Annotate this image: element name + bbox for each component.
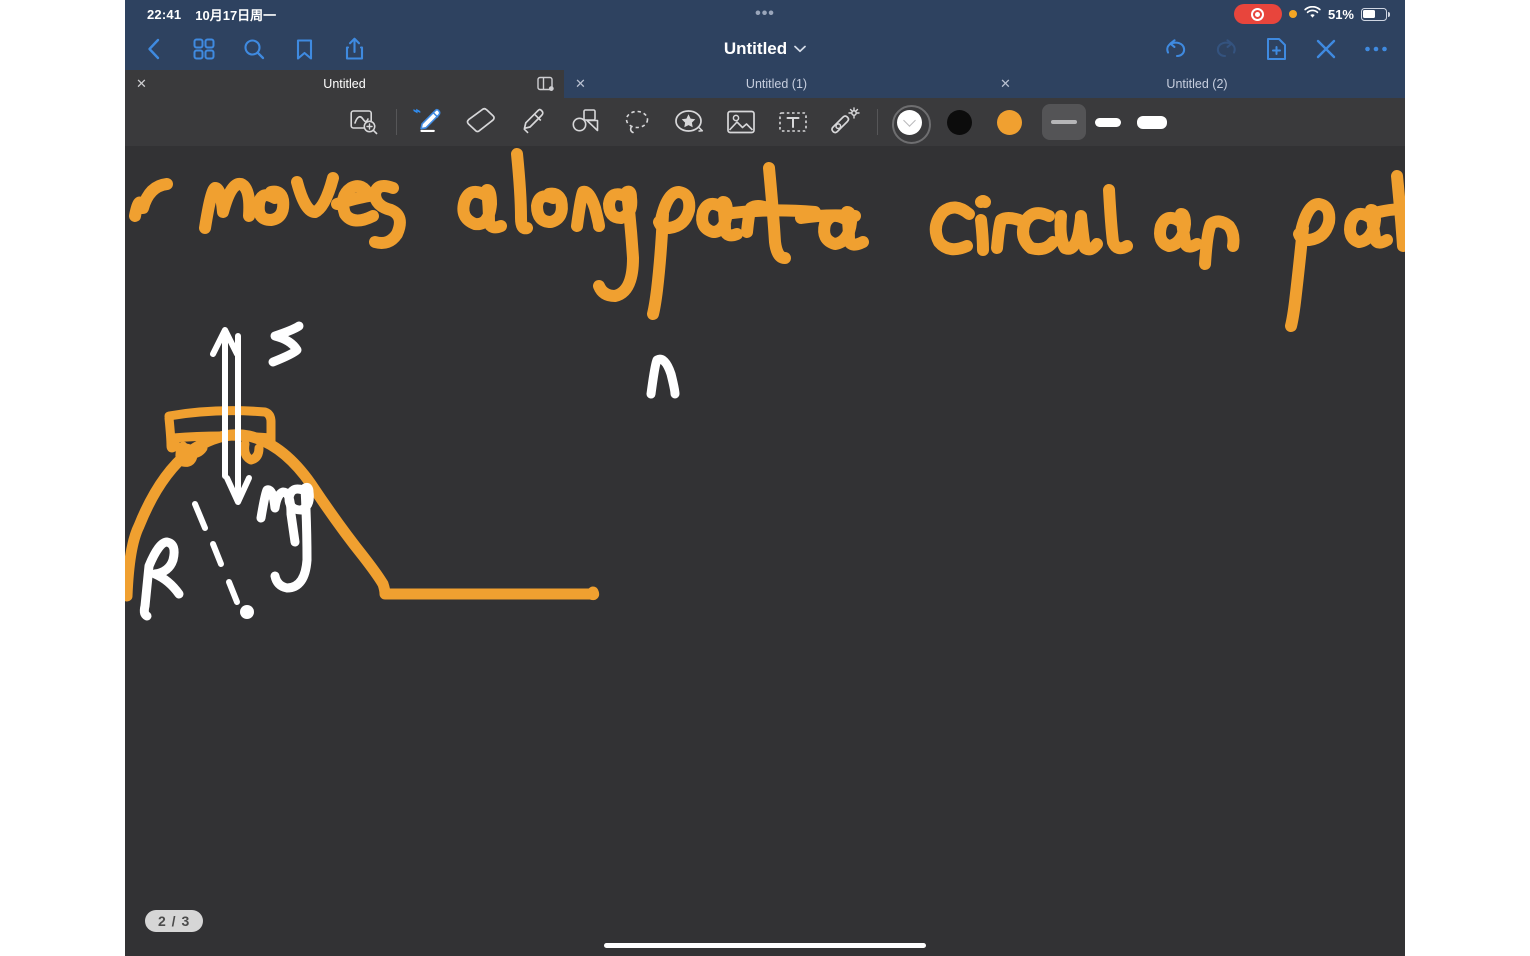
shapes-icon[interactable] xyxy=(559,101,611,143)
status-bar-center: ••• xyxy=(125,0,1405,28)
status-bar: 22:41 10月17日周一 ••• 51% xyxy=(125,0,1405,28)
close-icon[interactable] xyxy=(1311,34,1341,64)
status-bar-left: 22:41 10月17日周一 xyxy=(147,5,276,24)
tab-untitled[interactable]: ✕ Untitled xyxy=(125,70,564,98)
tab-label: Untitled (2) xyxy=(1166,77,1228,91)
tab-close-icon[interactable]: ✕ xyxy=(575,70,586,98)
wifi-icon xyxy=(1304,5,1321,22)
microphone-in-use-dot-icon xyxy=(1288,10,1297,18)
navbar-right-group xyxy=(1161,34,1391,64)
cart-block-drawing xyxy=(164,406,276,467)
toolbar-divider-2 xyxy=(877,109,878,135)
record-indicator-icon xyxy=(1233,4,1282,24)
bookmark-icon[interactable] xyxy=(289,34,319,64)
image-icon[interactable] xyxy=(715,101,767,143)
battery-icon xyxy=(1361,7,1390,21)
stroke-thick-button[interactable] xyxy=(1130,104,1174,140)
laser-pointer-icon[interactable] xyxy=(819,101,871,143)
back-chevron-icon[interactable] xyxy=(139,34,169,64)
tab-untitled-1[interactable]: ✕ Untitled (1) xyxy=(564,70,989,98)
status-date: 10月17日周一 xyxy=(195,7,277,23)
drawing-toolbar: ⌁ xyxy=(125,98,1405,146)
color-black-swatch[interactable] xyxy=(934,101,984,143)
tab-close-icon[interactable]: ✕ xyxy=(1000,70,1011,98)
stroke-thin-button[interactable] xyxy=(1042,104,1086,140)
document-title: Untitled xyxy=(723,39,788,58)
color-white-swatch[interactable] xyxy=(884,101,934,144)
multitasking-dots-icon[interactable]: ••• xyxy=(755,6,775,22)
chevron-down-icon xyxy=(794,45,806,53)
page-indicator: 2 / 3 xyxy=(145,910,204,932)
split-view-icon[interactable] xyxy=(537,76,554,95)
color-palette xyxy=(884,101,1034,144)
share-icon[interactable] xyxy=(339,34,369,64)
toolbar-divider xyxy=(396,109,397,135)
pen-icon[interactable]: ⌁ xyxy=(403,101,455,143)
lasso-select-icon[interactable] xyxy=(611,101,663,143)
search-icon[interactable] xyxy=(239,34,269,64)
tab-label: Untitled (1) xyxy=(745,77,808,91)
handwritten-ink-layer xyxy=(125,148,1405,621)
highlighter-icon[interactable] xyxy=(507,101,559,143)
tab-label: Untitled xyxy=(323,77,366,91)
home-indicator[interactable] xyxy=(604,943,926,948)
redo-icon[interactable] xyxy=(1211,34,1241,64)
navbar-left-group xyxy=(139,34,369,64)
bluetooth-icon: ⌁ xyxy=(413,103,421,118)
stroke-medium-button[interactable] xyxy=(1086,104,1130,140)
tab-untitled-2[interactable]: ✕ Untitled (2) xyxy=(989,70,1405,98)
text-box-icon[interactable] xyxy=(767,101,819,143)
more-icon[interactable] xyxy=(1361,34,1391,64)
tab-close-icon[interactable]: ✕ xyxy=(136,70,147,98)
tab-bar: ✕ Untitled ✕ Untitled (1) ✕ Untitled (2) xyxy=(125,70,1405,98)
stroke-width-group xyxy=(1042,104,1174,140)
note-canvas[interactable]: 2 / 3 xyxy=(125,146,1405,956)
zoom-box-icon[interactable] xyxy=(338,101,390,143)
eraser-icon[interactable] xyxy=(455,101,507,143)
tool-group: ⌁ xyxy=(338,101,1174,144)
grid-thumbnails-icon[interactable] xyxy=(189,34,219,64)
color-orange-swatch[interactable] xyxy=(984,101,1034,143)
undo-icon[interactable] xyxy=(1161,34,1191,64)
status-time: 22:41 xyxy=(147,6,182,22)
add-page-icon[interactable] xyxy=(1261,34,1291,64)
handwriting-orange-text xyxy=(129,148,1405,332)
status-bar-right: 51% xyxy=(1233,4,1390,24)
sticker-icon[interactable] xyxy=(663,101,715,143)
battery-percent: 51% xyxy=(1327,6,1354,22)
ipad-notes-app-window: 22:41 10月17日周一 ••• 51% Untitled ✕ Untitl… xyxy=(0,0,1530,956)
navigation-bar: Untitled xyxy=(125,28,1405,70)
white-force-arrows xyxy=(192,327,254,619)
